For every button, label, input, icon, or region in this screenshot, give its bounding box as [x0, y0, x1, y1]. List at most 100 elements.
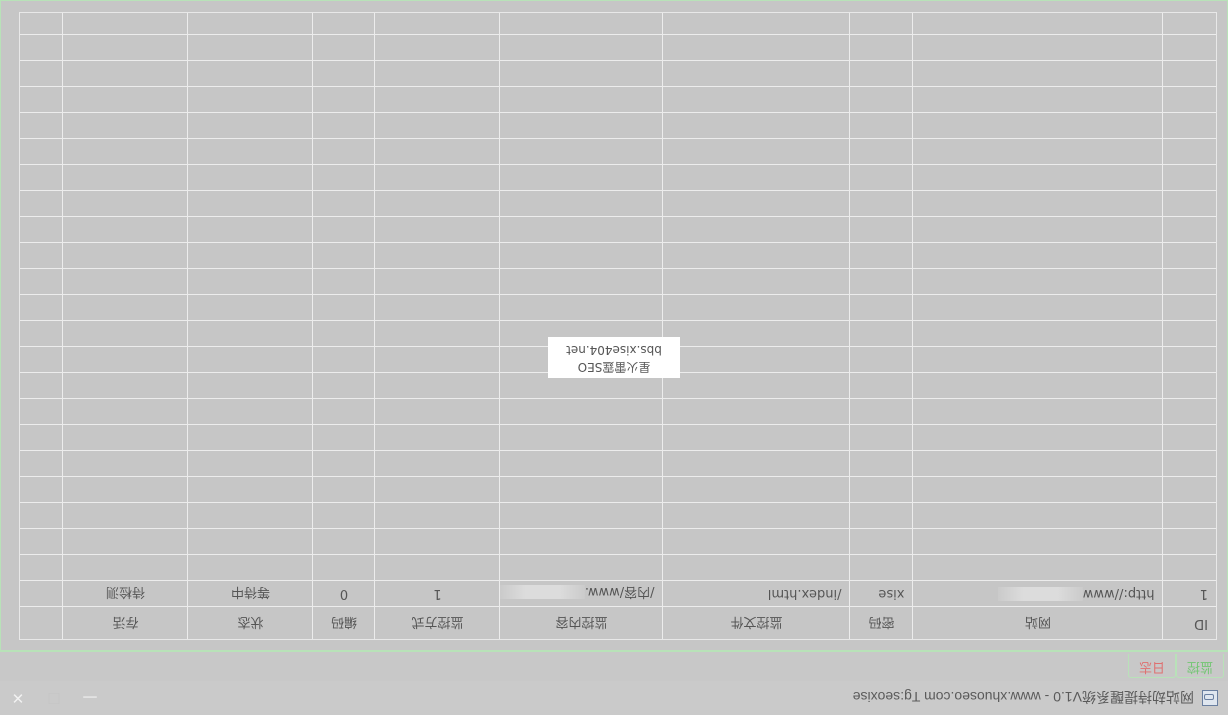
empty-cell [313, 139, 375, 165]
redacted-mask [997, 587, 1083, 601]
empty-cell [663, 477, 850, 503]
empty-cell [375, 477, 500, 503]
empty-cell [188, 61, 313, 87]
monitor-panel: ID 网站 密码 监控文件 监控内容 监控方式 编码 状态 存活 1 http:… [0, 0, 1228, 651]
empty-cell [850, 113, 913, 139]
redacted-mask [500, 585, 585, 599]
empty-cell [850, 217, 913, 243]
empty-cell [63, 321, 188, 347]
empty-cell [850, 295, 913, 321]
maximize-button[interactable]: ☐ [36, 681, 72, 715]
empty-cell [1163, 35, 1216, 61]
empty-cell [1163, 425, 1216, 451]
cell-id: 1 [1163, 581, 1216, 607]
empty-cell [663, 451, 850, 477]
empty-cell [913, 529, 1163, 555]
empty-cell [850, 451, 913, 477]
empty-cell [500, 295, 663, 321]
empty-cell [19, 12, 63, 35]
empty-cell [850, 87, 913, 113]
empty-cell [663, 269, 850, 295]
empty-cell [188, 12, 313, 35]
empty-cell [63, 243, 188, 269]
empty-cell [375, 425, 500, 451]
empty-row [19, 12, 1216, 35]
cell-encoding: 0 [313, 581, 375, 607]
column-header-id[interactable]: ID [1163, 607, 1216, 639]
empty-cell [63, 373, 188, 399]
empty-cell [188, 269, 313, 295]
empty-cell [500, 529, 663, 555]
title-bar[interactable]: 网站劫持提醒系统V1.0 - www.xhuoseo.com Tg:seoxis… [0, 681, 1228, 715]
minimize-button[interactable]: — [72, 681, 108, 715]
empty-cell [19, 217, 63, 243]
empty-cell [663, 555, 850, 581]
empty-cell [313, 12, 375, 35]
empty-cell [1163, 399, 1216, 425]
empty-cell [375, 113, 500, 139]
empty-cell [375, 87, 500, 113]
empty-cell [63, 217, 188, 243]
empty-cell [63, 61, 188, 87]
empty-cell [913, 269, 1163, 295]
empty-cell [19, 477, 63, 503]
empty-cell [63, 503, 188, 529]
empty-cell [500, 217, 663, 243]
close-button[interactable]: ✕ [0, 681, 36, 715]
empty-row [19, 295, 1216, 321]
empty-cell [63, 139, 188, 165]
empty-cell [375, 269, 500, 295]
empty-cell [850, 503, 913, 529]
empty-cell [663, 12, 850, 35]
column-header-alive[interactable]: 存活 [63, 607, 188, 639]
empty-cell [188, 295, 313, 321]
empty-cell [19, 139, 63, 165]
empty-cell [913, 451, 1163, 477]
table-row[interactable]: 1 http://www xise /index.html /内容/www. 1… [19, 581, 1216, 607]
empty-cell [313, 113, 375, 139]
empty-row [19, 113, 1216, 139]
tab-log[interactable]: 日志 [1127, 654, 1176, 678]
empty-cell [63, 191, 188, 217]
empty-cell [913, 425, 1163, 451]
empty-row [19, 399, 1216, 425]
empty-cell [19, 61, 63, 87]
empty-cell [913, 61, 1163, 87]
empty-cell [850, 373, 913, 399]
empty-cell [1163, 451, 1216, 477]
column-header-content[interactable]: 监控内容 [500, 607, 663, 639]
empty-cell [1163, 477, 1216, 503]
empty-cell [500, 269, 663, 295]
empty-cell [913, 217, 1163, 243]
column-header-encoding[interactable]: 编码 [313, 607, 375, 639]
empty-cell [63, 87, 188, 113]
empty-cell [63, 451, 188, 477]
site-table[interactable]: ID 网站 密码 监控文件 监控内容 监控方式 编码 状态 存活 1 http:… [19, 12, 1217, 640]
empty-cell [63, 399, 188, 425]
empty-cell [1163, 321, 1216, 347]
empty-cell [19, 243, 63, 269]
empty-cell [850, 555, 913, 581]
column-header-status[interactable]: 状态 [188, 607, 313, 639]
empty-cell [850, 139, 913, 165]
empty-row [19, 139, 1216, 165]
empty-cell [375, 529, 500, 555]
empty-cell [913, 35, 1163, 61]
empty-cell [313, 451, 375, 477]
empty-cell [1163, 555, 1216, 581]
window-title: 网站劫持提醒系统V1.0 - www.xhuoseo.com Tg:seoxis… [852, 689, 1194, 705]
column-header-site[interactable]: 网站 [913, 607, 1163, 639]
empty-cell [19, 269, 63, 295]
column-header-file[interactable]: 监控文件 [663, 607, 850, 639]
tab-monitor[interactable]: 监控 [1175, 654, 1224, 678]
empty-cell [188, 503, 313, 529]
empty-cell [188, 217, 313, 243]
empty-cell [375, 555, 500, 581]
empty-cell [19, 35, 63, 61]
empty-cell [913, 12, 1163, 35]
empty-cell [500, 139, 663, 165]
column-header-password[interactable]: 密码 [850, 607, 913, 639]
cell-filler [19, 581, 63, 607]
column-header-method[interactable]: 监控方式 [375, 607, 500, 639]
empty-row [19, 451, 1216, 477]
